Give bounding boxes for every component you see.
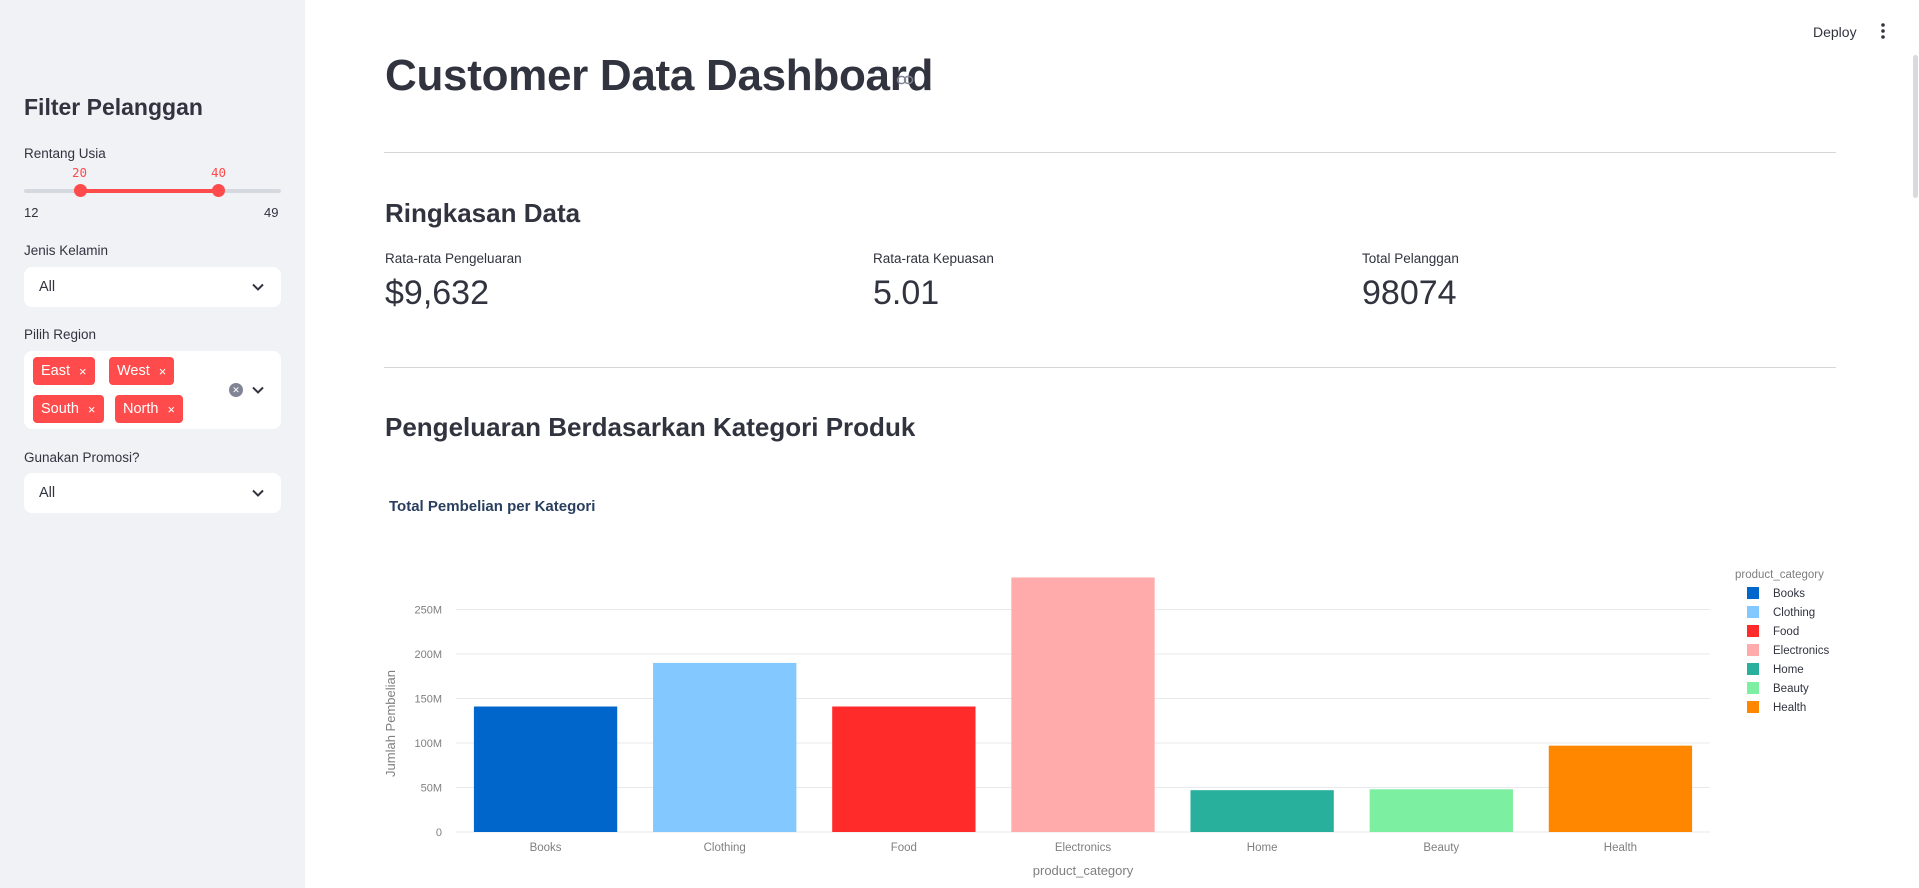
x-tick-label: Clothing: [704, 842, 746, 854]
legend-swatch-beauty: [1747, 682, 1759, 694]
age-range-slider[interactable]: [24, 184, 281, 197]
y-tick-label: 50M: [421, 783, 442, 795]
metric-value: 98074: [1362, 274, 1457, 312]
x-tick-label: Beauty: [1423, 842, 1459, 854]
chevron-down-icon: [252, 283, 264, 291]
bar-electronics: [1011, 577, 1155, 832]
remove-chip-icon[interactable]: ×: [88, 403, 96, 416]
clear-all-icon[interactable]: ✕: [229, 383, 243, 397]
age-range-label: Rentang Usia: [24, 146, 106, 161]
summary-heading: Ringkasan Data: [385, 198, 581, 228]
metric-value: $9,632: [385, 274, 489, 312]
x-tick-label: Health: [1604, 842, 1637, 854]
legend-swatch-electronics: [1747, 644, 1759, 656]
legend-label: Home: [1773, 664, 1804, 676]
sidebar: Filter Pelanggan Rentang Usia 20 40 12 4…: [0, 0, 305, 888]
chip-label: North: [123, 401, 159, 417]
promo-label: Gunakan Promosi?: [24, 450, 140, 465]
age-max-label: 49: [264, 205, 279, 220]
bar-books: [473, 706, 618, 832]
region-chip-south: South ×: [33, 395, 104, 423]
x-tick-label: Food: [891, 842, 917, 854]
remove-chip-icon[interactable]: ×: [159, 365, 167, 378]
deploy-button[interactable]: Deploy: [1813, 24, 1857, 40]
metric-label: Total Pelanggan: [1362, 251, 1459, 266]
legend-title: product_category: [1735, 569, 1824, 581]
promo-select-value: All: [39, 485, 56, 501]
metric-label: Rata-rata Pengeluaran: [385, 251, 522, 266]
y-tick-label: 100M: [414, 738, 442, 750]
x-tick-label: Books: [530, 842, 562, 854]
x-tick-label: Electronics: [1055, 842, 1111, 854]
gender-select[interactable]: All: [24, 267, 281, 307]
legend-label: Food: [1773, 626, 1799, 638]
gender-label: Jenis Kelamin: [24, 243, 109, 258]
legend-label: Clothing: [1773, 607, 1815, 619]
legend-label: Books: [1773, 588, 1805, 600]
bar-food: [832, 706, 976, 832]
slider-selected-range: [79, 189, 219, 193]
more-options-icon[interactable]: [1875, 22, 1891, 40]
region-label: Pilih Region: [24, 327, 97, 342]
legend-swatch-food: [1747, 625, 1759, 637]
chevron-down-icon: [252, 489, 264, 497]
x-tick-label: Home: [1247, 842, 1278, 854]
chip-label: West: [117, 363, 150, 379]
page-title: Customer Data Dashboard: [385, 51, 934, 100]
legend-label: Beauty: [1773, 683, 1809, 695]
legend-swatch-health: [1747, 701, 1759, 713]
y-tick-label: 200M: [414, 649, 442, 661]
region-chip-north: North ×: [115, 395, 184, 423]
y-tick-label: 150M: [414, 694, 442, 706]
slider-low-handle[interactable]: [73, 184, 87, 197]
link-icon[interactable]: [896, 71, 914, 89]
age-min-label: 12: [24, 205, 39, 220]
metric-value: 5.01: [873, 274, 940, 312]
bar-clothing: [653, 662, 797, 832]
region-chip-east: East ×: [33, 357, 95, 385]
region-chip-west: West ×: [109, 357, 175, 385]
region-multiselect[interactable]: East × West × South × North × ✕: [24, 351, 281, 429]
chip-label: South: [41, 401, 79, 417]
gender-select-value: All: [39, 279, 56, 295]
category-heading: Pengeluaran Berdasarkan Kategori Produk: [385, 412, 916, 442]
bar-home: [1190, 790, 1334, 832]
promo-select[interactable]: All: [24, 473, 281, 513]
y-tick-label: 250M: [414, 605, 442, 617]
age-high-value: 40: [210, 165, 227, 180]
age-low-value: 20: [72, 165, 88, 180]
divider: [384, 367, 1836, 368]
chart-title: Total Pembelian per Kategori: [389, 498, 596, 515]
legend-swatch-home: [1747, 663, 1759, 675]
y-axis-label: Jumlah Pembelian: [383, 670, 398, 777]
x-axis-label: product_category: [1033, 863, 1134, 878]
scrollbar[interactable]: [1913, 55, 1918, 198]
legend-label: Health: [1773, 702, 1806, 714]
remove-chip-icon[interactable]: ×: [79, 365, 87, 378]
legend-label: Electronics: [1773, 645, 1829, 657]
divider: [384, 152, 1836, 153]
chip-label: East: [41, 363, 71, 379]
legend-swatch-clothing: [1747, 606, 1759, 618]
remove-chip-icon[interactable]: ×: [167, 403, 175, 416]
bar-chart: 0 50M 100M 150M 200M 250M Books Clothing Food Ele…: [383, 569, 1829, 878]
y-tick-label: 0: [436, 827, 442, 839]
slider-high-handle[interactable]: [212, 184, 226, 197]
chevron-down-icon[interactable]: [251, 383, 265, 397]
bar-health: [1548, 745, 1693, 832]
legend-swatch-books: [1747, 587, 1759, 599]
bar-beauty: [1369, 789, 1513, 832]
sidebar-title: Filter Pelanggan: [24, 94, 203, 120]
metric-label: Rata-rata Kepuasan: [873, 251, 994, 266]
